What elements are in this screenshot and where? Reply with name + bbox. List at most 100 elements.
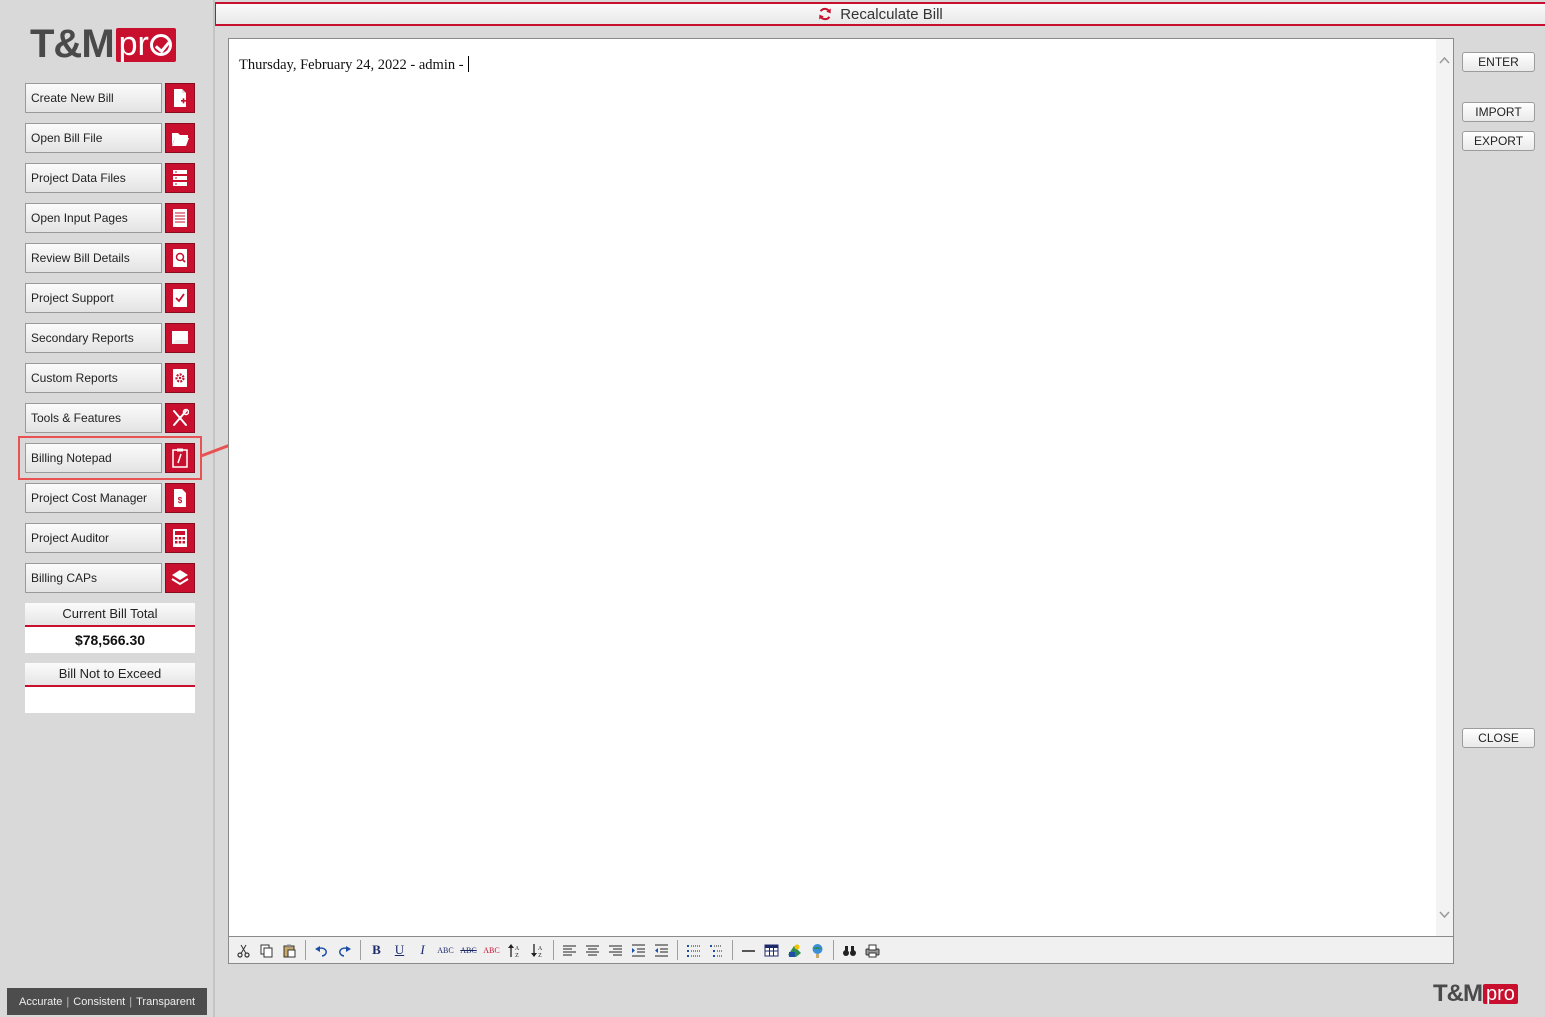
layers-icon[interactable] xyxy=(165,563,195,593)
tagline-separator: | xyxy=(66,995,70,1008)
strikethrough-icon[interactable]: ABC xyxy=(458,939,479,961)
sidebar-item-project-auditor[interactable]: Project Auditor xyxy=(25,523,195,553)
footer-logo-pro-text: pro xyxy=(1482,983,1518,1005)
tm-pro-footer-logo: T&M pro xyxy=(1433,980,1518,1008)
horizontal-rule-icon[interactable] xyxy=(738,939,759,961)
sidebar-item-label[interactable]: Project Cost Manager xyxy=(25,483,162,513)
scroll-up-icon[interactable] xyxy=(1439,55,1450,66)
find-icon[interactable] xyxy=(839,939,860,961)
footer-logo-tm-text: T&M xyxy=(1433,980,1483,1007)
calculator-icon[interactable] xyxy=(165,523,195,553)
sidebar-item-tools-and-features[interactable]: Tools & Features xyxy=(25,403,195,433)
sidebar-item-label[interactable]: Secondary Reports xyxy=(25,323,162,353)
outdent-icon[interactable] xyxy=(651,939,672,961)
italic-icon[interactable]: I xyxy=(412,939,433,961)
sidebar-item-open-input-pages[interactable]: Open Input Pages xyxy=(25,203,195,233)
tagline: Accurate | Consistent | Transparent xyxy=(7,988,207,1015)
image-icon[interactable] xyxy=(784,939,805,961)
close-button[interactable]: CLOSE xyxy=(1462,728,1535,748)
toolbar-separator xyxy=(833,940,834,960)
dollar-document-icon[interactable]: $ xyxy=(165,483,195,513)
sidebar-item-secondary-reports[interactable]: Secondary Reports xyxy=(25,323,195,353)
scroll-down-icon[interactable] xyxy=(1439,909,1450,920)
hyperlink-icon[interactable] xyxy=(807,939,828,961)
align-center-icon[interactable] xyxy=(582,939,603,961)
notepad-editor[interactable]: Thursday, February 24, 2022 - admin - xyxy=(228,38,1454,936)
align-right-icon[interactable] xyxy=(605,939,626,961)
import-button[interactable]: IMPORT xyxy=(1462,102,1535,122)
svg-text:A: A xyxy=(515,946,520,952)
sidebar-item-project-support[interactable]: Project Support xyxy=(25,283,195,313)
toolbar-separator xyxy=(553,940,554,960)
sidebar-item-label[interactable]: Billing CAPs xyxy=(25,563,162,593)
toolbar-separator xyxy=(732,940,733,960)
annotation-highlight-box xyxy=(18,436,202,480)
indent-icon[interactable] xyxy=(628,939,649,961)
report-icon[interactable] xyxy=(165,323,195,353)
align-left-icon[interactable] xyxy=(559,939,580,961)
redo-icon[interactable] xyxy=(334,939,355,961)
enter-button[interactable]: ENTER xyxy=(1462,52,1535,72)
sidebar-item-custom-reports[interactable]: Custom Reports xyxy=(25,363,195,393)
current-bill-total-panel: Current Bill Total $78,566.30 xyxy=(25,603,195,653)
spellcheck-icon[interactable]: ABC xyxy=(435,939,456,961)
tagline-separator: | xyxy=(129,995,133,1008)
document-lines-icon[interactable] xyxy=(165,203,195,233)
editor-content[interactable]: Thursday, February 24, 2022 - admin - xyxy=(239,56,469,74)
svg-text:Z: Z xyxy=(538,953,542,958)
bullet-list-icon[interactable] xyxy=(683,939,704,961)
toolbar-separator xyxy=(677,940,678,960)
refresh-icon xyxy=(819,7,832,21)
format-toolbar: B U I ABC ABC ABC A Z A Z xyxy=(228,936,1454,964)
sidebar-item-project-cost-manager[interactable]: Project Cost Manager $ xyxy=(25,483,195,513)
bold-icon[interactable]: B xyxy=(366,939,387,961)
sidebar-item-label[interactable]: Tools & Features xyxy=(25,403,162,433)
sidebar-item-label[interactable]: Custom Reports xyxy=(25,363,162,393)
sidebar-item-label[interactable]: Project Support xyxy=(25,283,162,313)
tagline-consistent: Consistent xyxy=(73,995,126,1008)
bill-not-to-exceed-panel: Bill Not to Exceed xyxy=(25,663,195,713)
paste-icon[interactable] xyxy=(279,939,300,961)
sidebar-item-label[interactable]: Review Bill Details xyxy=(25,243,162,273)
copy-icon[interactable] xyxy=(256,939,277,961)
toolbar-separator xyxy=(305,940,306,960)
toolbar-separator xyxy=(360,940,361,960)
magnify-document-icon[interactable] xyxy=(165,243,195,273)
sidebar-item-open-bill-file[interactable]: Open Bill File xyxy=(25,123,195,153)
table-icon[interactable] xyxy=(761,939,782,961)
recalculate-bill-button[interactable]: Recalculate Bill xyxy=(215,2,1545,26)
sidebar-item-billing-caps[interactable]: Billing CAPs xyxy=(25,563,195,593)
sort-ascending-icon[interactable]: AZ xyxy=(504,939,525,961)
numbered-list-icon[interactable] xyxy=(706,939,727,961)
undo-icon[interactable] xyxy=(311,939,332,961)
sidebar-item-label[interactable]: Project Auditor xyxy=(25,523,162,553)
tm-pro-logo: T&M pr xyxy=(30,22,176,67)
current-bill-total-label: Current Bill Total xyxy=(25,603,195,627)
sidebar-item-label[interactable]: Open Input Pages xyxy=(25,203,162,233)
folder-open-icon[interactable] xyxy=(165,123,195,153)
logo-pro-badge: pr xyxy=(115,25,176,63)
sidebar-item-label[interactable]: Open Bill File xyxy=(25,123,162,153)
sidebar-item-project-data-files[interactable]: Project Data Files xyxy=(25,163,195,193)
sidebar: T&M pr Create New Bill Open Bill File Proj… xyxy=(0,0,282,1017)
sidebar-item-create-new-bill[interactable]: Create New Bill xyxy=(25,83,195,113)
new-file-icon[interactable] xyxy=(165,83,195,113)
sidebar-item-label[interactable]: Project Data Files xyxy=(25,163,162,193)
underline-icon[interactable]: U xyxy=(389,939,410,961)
sort-descending-icon[interactable]: AZ xyxy=(527,939,548,961)
logo-tm-text: T&M xyxy=(30,22,115,66)
checklist-icon[interactable] xyxy=(165,283,195,313)
database-icon[interactable] xyxy=(165,163,195,193)
sidebar-item-label[interactable]: Create New Bill xyxy=(25,83,162,113)
svg-text:Z: Z xyxy=(515,953,519,958)
spellcheck-red-icon[interactable]: ABC xyxy=(481,939,502,961)
cut-icon[interactable] xyxy=(233,939,254,961)
tools-icon[interactable] xyxy=(165,403,195,433)
export-button[interactable]: EXPORT xyxy=(1462,131,1535,151)
gear-document-icon[interactable] xyxy=(165,363,195,393)
sidebar-item-review-bill-details[interactable]: Review Bill Details xyxy=(25,243,195,273)
tagline-transparent: Transparent xyxy=(136,995,196,1008)
editor-scrollbar[interactable] xyxy=(1436,39,1453,936)
bill-not-to-exceed-label: Bill Not to Exceed xyxy=(25,663,195,687)
print-icon[interactable] xyxy=(862,939,883,961)
